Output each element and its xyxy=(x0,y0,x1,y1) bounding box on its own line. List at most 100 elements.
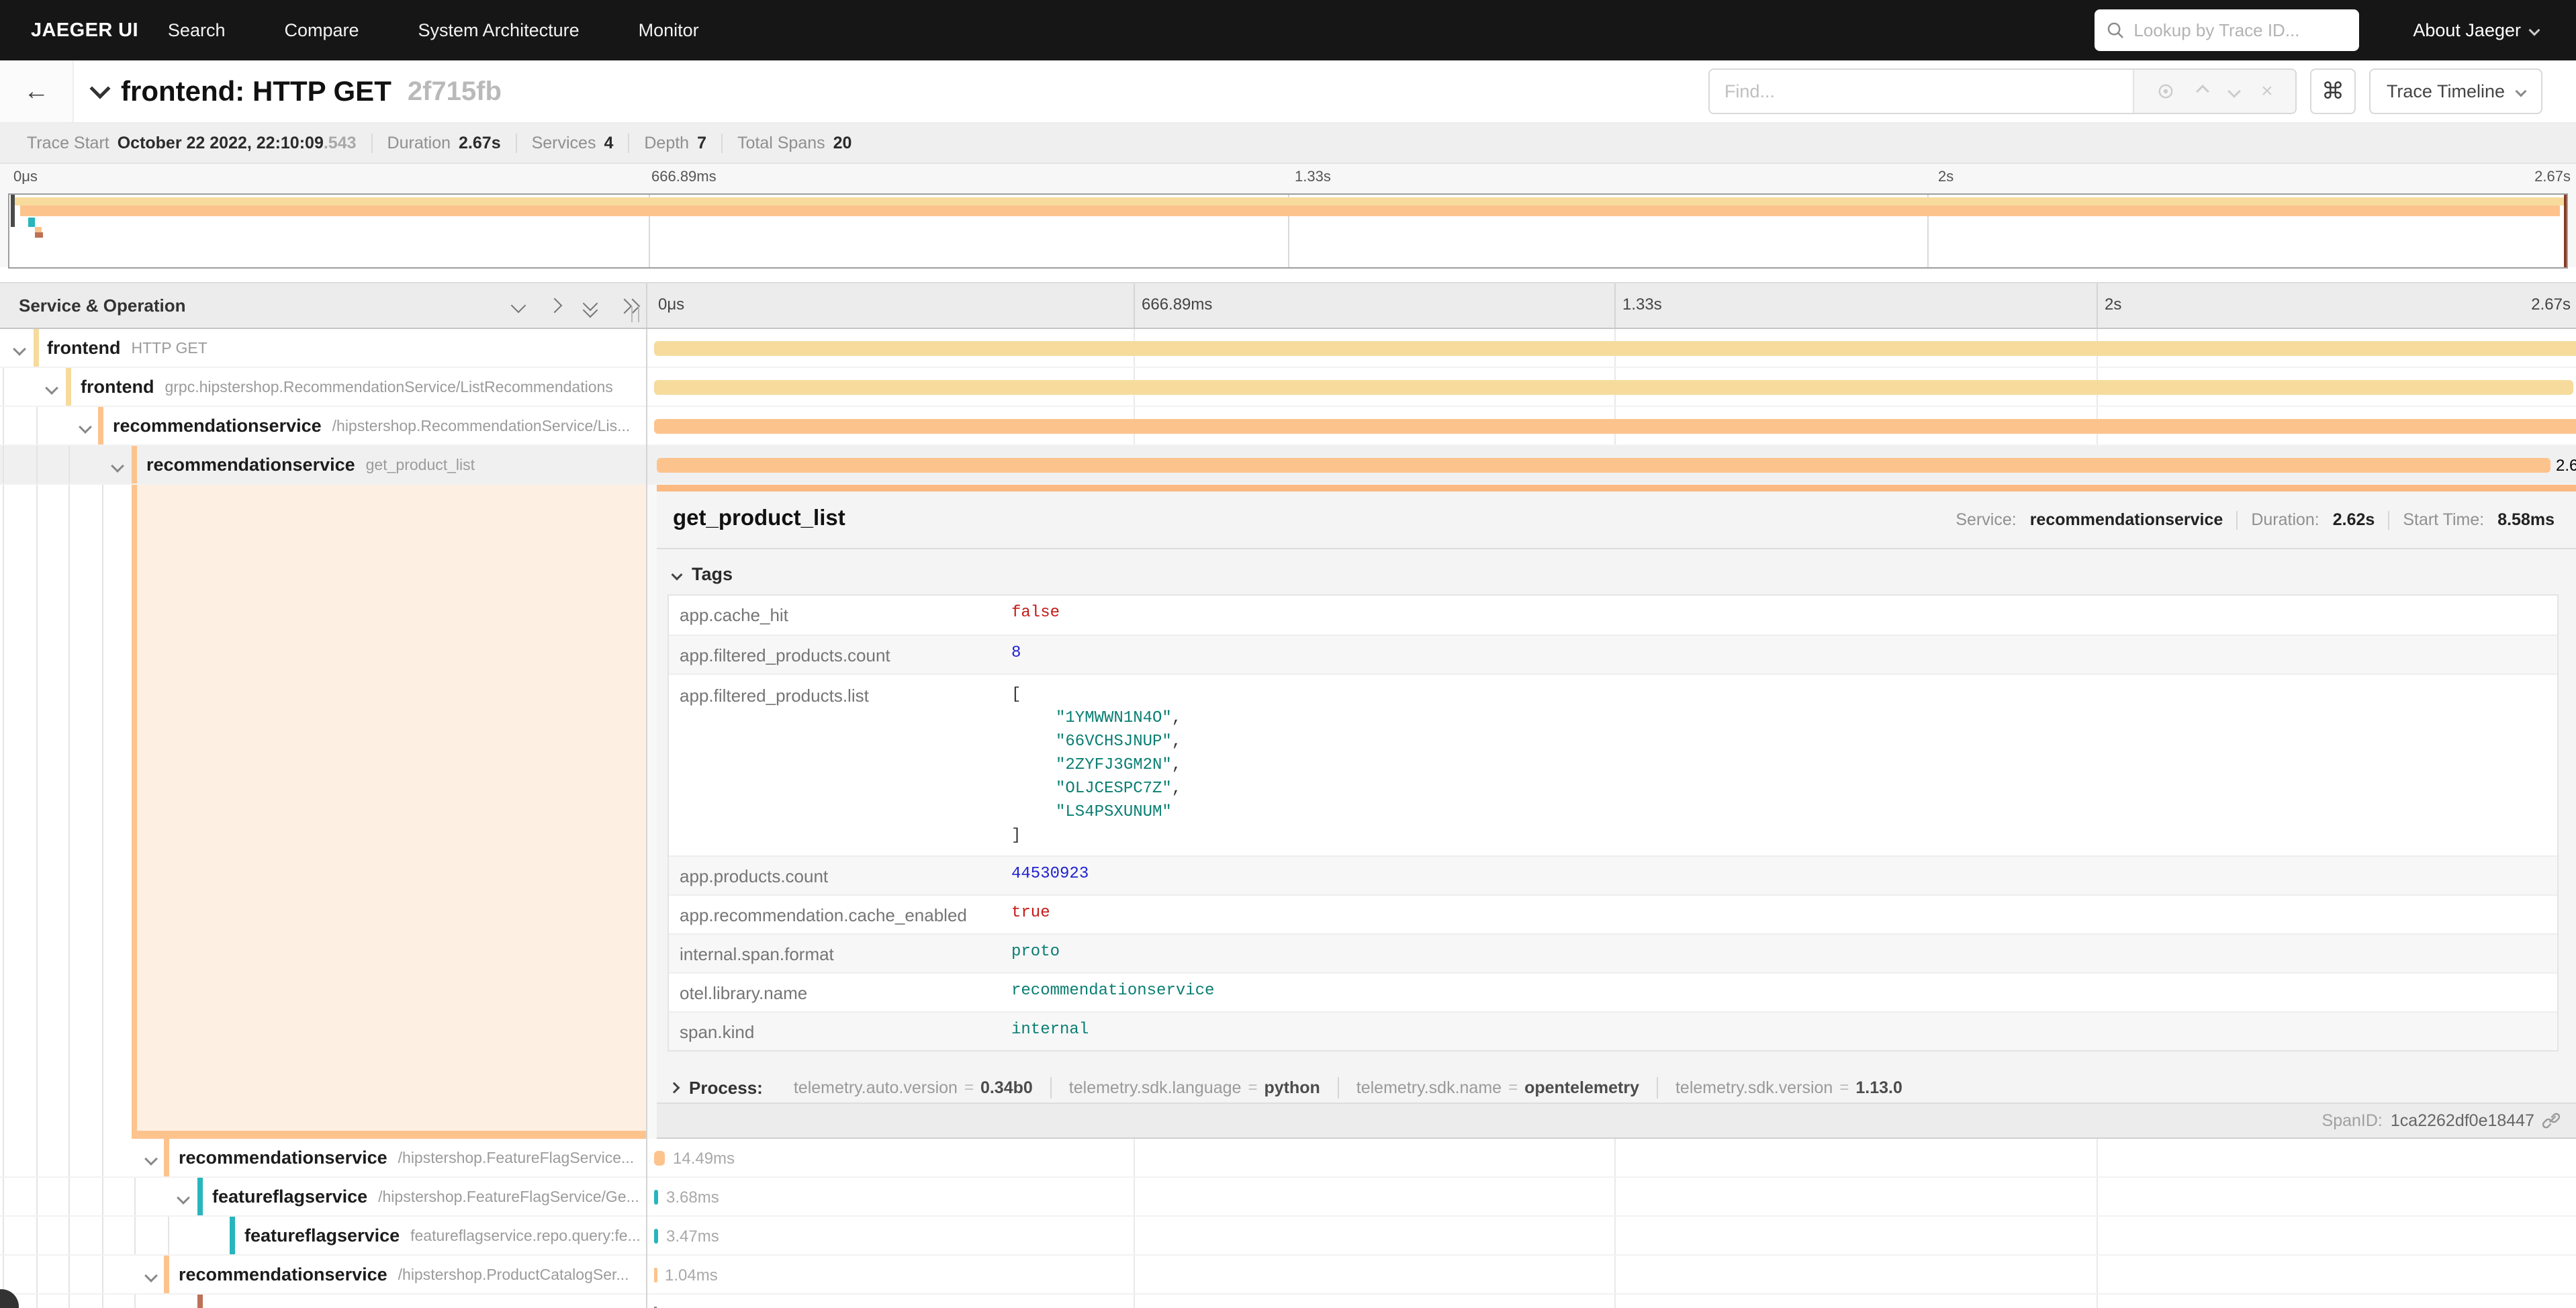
span-duration-label: 3.68ms xyxy=(666,1188,719,1207)
deep-link-icon[interactable] xyxy=(2542,1112,2560,1129)
total-spans-label: Total Spans xyxy=(737,134,825,153)
tags-table: app.cache_hit false app.filtered_product… xyxy=(668,594,2559,1052)
tag-key: internal.span.format xyxy=(669,935,1002,972)
span-bar[interactable] xyxy=(654,1190,658,1205)
trace-minimap[interactable] xyxy=(8,193,2568,269)
span-bar[interactable] xyxy=(654,1229,658,1244)
span-bar[interactable] xyxy=(654,419,2576,434)
trace-id-lookup-input[interactable] xyxy=(2133,20,2347,41)
span-bar[interactable] xyxy=(657,458,2550,473)
find-input[interactable] xyxy=(1710,70,2133,113)
prev-match-button[interactable] xyxy=(2198,87,2207,96)
span-service: recommendationservice xyxy=(113,416,322,436)
span-row-frontend-http-get[interactable]: frontend HTTP GET xyxy=(0,329,2576,368)
span-bar[interactable] xyxy=(654,1268,657,1282)
span-color-strip xyxy=(230,1217,235,1254)
span-row-get-product-list[interactable]: recommendationservice get_product_list 2… xyxy=(0,446,2576,485)
span-duration-label: 14.49ms xyxy=(673,1150,735,1168)
trace-view-selector[interactable]: Trace Timeline xyxy=(2369,68,2542,114)
chevron-down-icon[interactable] xyxy=(179,1191,195,1205)
span-service: recommendationservice xyxy=(179,1148,387,1168)
span-operation: /hipstershop.ProductCatalogSer... xyxy=(398,1266,629,1284)
span-bar[interactable] xyxy=(654,341,2576,356)
summary-duration: Duration 2.67s xyxy=(371,134,516,153)
timeline-grid-header: Service & Operation 0μs 666.89ms 1.33s 2… xyxy=(0,282,2576,329)
tag-key: app.recommendation.cache_enabled xyxy=(669,896,1002,933)
indent-guide xyxy=(102,1256,103,1293)
indent-guide xyxy=(134,1217,136,1254)
service-value: recommendationservice xyxy=(2030,510,2223,530)
nav-item-system-architecture[interactable]: System Architecture xyxy=(389,20,609,41)
focus-match-icon[interactable] xyxy=(2156,82,2175,101)
indent-guide xyxy=(3,1256,4,1293)
back-button[interactable]: ← xyxy=(0,60,74,122)
span-bar[interactable] xyxy=(654,1151,665,1166)
span-row-featureflag-parent[interactable]: recommendationservice /hipstershop.Featu… xyxy=(0,1139,2576,1178)
indent-guide xyxy=(68,446,70,483)
collapse-one-icon[interactable] xyxy=(508,297,529,314)
tree-controls xyxy=(508,297,638,314)
span-id-bar: SpanID: 1ca2262df0e18447 xyxy=(657,1103,2576,1137)
span-row-featureflagservice-getflag[interactable]: featureflagservice /hipstershop.FeatureF… xyxy=(0,1178,2576,1217)
summary-services: Services 4 xyxy=(516,134,629,153)
span-row-featureflagservice-repo-query[interactable]: featureflagservice featureflagservice.re… xyxy=(0,1217,2576,1256)
nav-item-search[interactable]: Search xyxy=(138,20,255,41)
chevron-down-icon[interactable] xyxy=(47,381,63,395)
span-color-strip xyxy=(197,1178,203,1215)
span-duration-label: 1.04ms xyxy=(665,1266,718,1285)
keyboard-shortcuts-button[interactable]: ⌘ xyxy=(2310,68,2356,114)
chevron-down-icon[interactable] xyxy=(81,420,97,434)
column-divider xyxy=(646,283,647,328)
json-bracket: [ xyxy=(1011,683,2557,706)
span-color-strip xyxy=(164,1139,169,1176)
collapse-trace-chevron-icon[interactable] xyxy=(89,78,110,99)
indent-guide xyxy=(3,1178,4,1215)
process-label: Process: xyxy=(689,1078,763,1099)
depth-value: 7 xyxy=(697,134,706,153)
nav-item-compare[interactable]: Compare xyxy=(255,20,388,41)
chevron-down-icon[interactable] xyxy=(15,342,31,356)
span-row-frontend-listrecommendations[interactable]: frontend grpc.hipstershop.Recommendation… xyxy=(0,368,2576,407)
span-row-recommendationservice-listrecommendations[interactable]: recommendationservice /hipstershop.Recom… xyxy=(0,407,2576,446)
trace-id-lookup xyxy=(2095,9,2359,51)
minimap-span-bar xyxy=(15,197,2567,205)
tag-key: app.filtered_products.list xyxy=(669,675,1002,855)
chevron-down-icon[interactable] xyxy=(146,1269,163,1282)
back-arrow-icon: ← xyxy=(24,77,49,106)
expand-one-icon[interactable] xyxy=(544,297,565,314)
about-jaeger-menu[interactable]: About Jaeger xyxy=(2413,20,2538,41)
collapse-all-icon[interactable] xyxy=(580,297,602,314)
span-row-partial[interactable] xyxy=(0,1295,2576,1308)
nav-item-monitor[interactable]: Monitor xyxy=(609,20,729,41)
ruler-tick: 0μs xyxy=(13,168,38,185)
indent-guide xyxy=(36,407,38,445)
column-resize-grip[interactable] xyxy=(631,306,639,322)
detail-title: get_product_list xyxy=(673,505,845,530)
selected-span-color-band xyxy=(132,1131,646,1139)
ruler-tick: 1.33s xyxy=(1295,168,1331,185)
indent-guide xyxy=(68,1139,70,1176)
trace-header-controls: × ⌘ Trace Timeline xyxy=(1708,60,2542,122)
minimap-span-bar xyxy=(20,205,2560,216)
ruler-tick: 2.67s xyxy=(2534,168,2571,185)
clear-find-button[interactable]: × xyxy=(2261,80,2273,103)
search-icon xyxy=(2107,21,2124,39)
ruler-tick: 666.89ms xyxy=(651,168,717,185)
chevron-down-icon[interactable] xyxy=(113,459,129,473)
tag-row: app.filtered_products.count 8 xyxy=(669,635,2557,673)
overview-ruler: 0μs 666.89ms 1.33s 2s 2.67s xyxy=(0,168,2576,189)
span-row-productcatalog-parent[interactable]: recommendationservice /hipstershop.Produ… xyxy=(0,1256,2576,1295)
indent-guide xyxy=(3,485,4,1139)
tag-row: app.products.count 44530923 xyxy=(669,855,2557,894)
span-bar[interactable] xyxy=(654,380,2573,395)
tags-accordion-toggle[interactable]: Tags xyxy=(673,564,2576,585)
minimap-right-handle[interactable] xyxy=(2564,195,2567,267)
span-color-strip xyxy=(66,368,71,406)
process-accordion[interactable]: Process: telemetry.auto.version=0.34b0 t… xyxy=(670,1077,2576,1099)
minimap-left-handle[interactable] xyxy=(11,195,15,227)
about-jaeger-label: About Jaeger xyxy=(2413,20,2521,41)
next-match-button[interactable] xyxy=(2229,87,2239,96)
chevron-down-icon[interactable] xyxy=(146,1152,163,1166)
trace-overview: 0μs 666.89ms 1.33s 2s 2.67s xyxy=(0,164,2576,267)
quarter-gridline xyxy=(2097,283,2098,328)
